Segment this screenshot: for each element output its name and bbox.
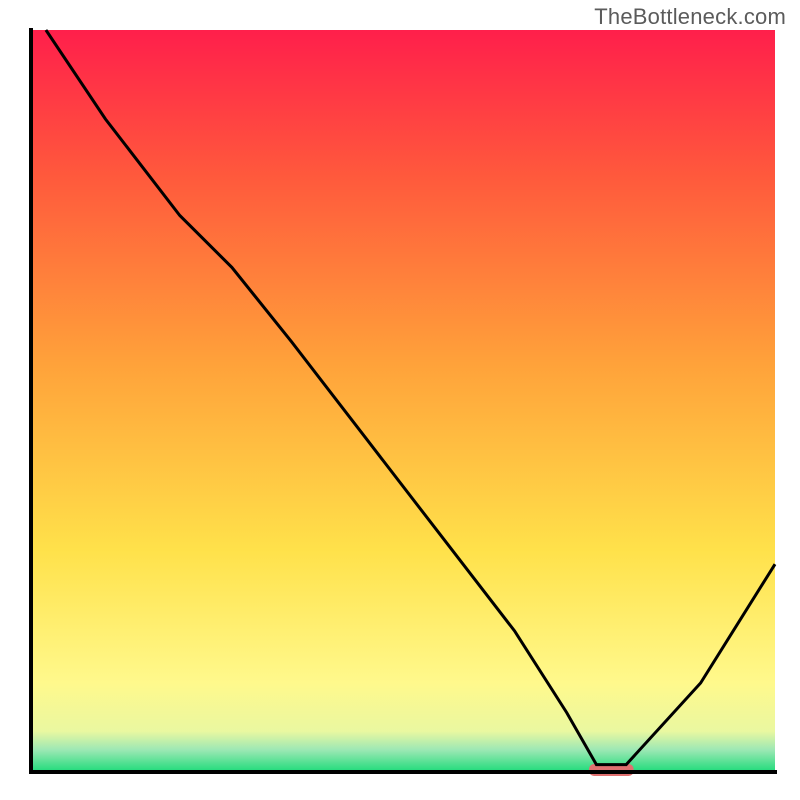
chart-container: TheBottleneck.com [0, 0, 800, 800]
bottleneck-chart [0, 0, 800, 800]
plot-background [31, 30, 775, 772]
